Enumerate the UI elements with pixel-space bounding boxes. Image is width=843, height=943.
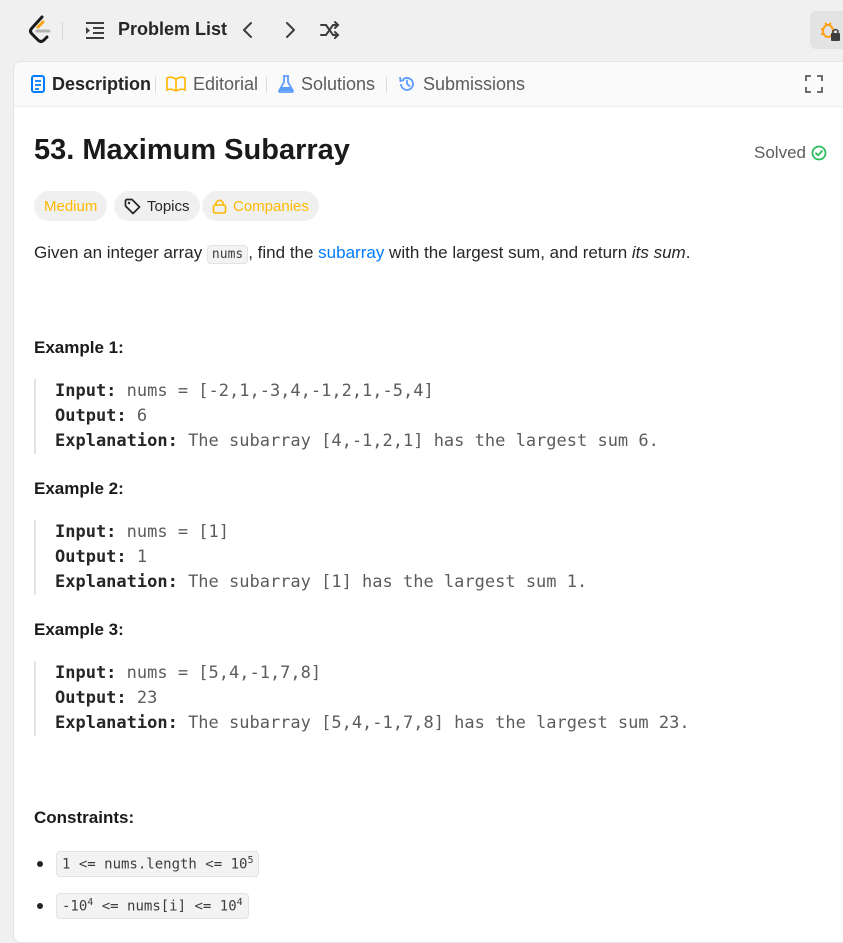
problem-list-link[interactable]: Problem List — [118, 19, 227, 40]
explanation-label: Explanation: — [55, 572, 178, 592]
tab-description-label: Description — [52, 73, 152, 94]
companies-button[interactable]: Companies — [202, 191, 319, 221]
debug-lock-button[interactable] — [810, 11, 843, 49]
constraint-text: 1 <= nums.length <= 10 — [62, 856, 248, 873]
desc-text: , find the — [248, 243, 319, 262]
tab-bar: Description Editorial Solutions Submissi… — [14, 62, 843, 107]
leetcode-logo-icon[interactable] — [27, 15, 53, 45]
output-value: 1 — [126, 547, 148, 567]
desc-text: with the largest sum, and return — [384, 243, 632, 262]
history-icon — [399, 76, 414, 91]
tab-solutions-label: Solutions — [301, 73, 376, 94]
example-2-title: Example 2: — [34, 479, 124, 498]
companies-label: Companies — [233, 197, 309, 215]
top-nav: Problem List — [0, 0, 843, 60]
explanation-value: The subarray [1] has the largest sum 1. — [177, 572, 588, 592]
output-label: Output: — [55, 547, 127, 567]
input-value: nums = [5,4,-1,7,8] — [116, 663, 322, 683]
desc-emphasis: its sum — [631, 243, 686, 262]
solved-label: Solved — [754, 143, 806, 162]
example-2-block: Input: nums = [1] Output: 1 Explanation:… — [34, 520, 587, 595]
description-panel: Description Editorial Solutions Submissi… — [13, 61, 843, 943]
tag-icon — [124, 198, 141, 214]
example-1-title: Example 1: — [34, 338, 124, 357]
example-3-block: Input: nums = [5,4,-1,7,8] Output: 23 Ex… — [34, 661, 690, 736]
exponent: 5 — [247, 855, 254, 866]
subarray-link[interactable]: subarray — [318, 243, 384, 262]
explanation-value: The subarray [4,-1,2,1] has the largest … — [177, 431, 659, 451]
explanation-value: The subarray [5,4,-1,7,8] has the larges… — [177, 713, 690, 733]
input-label: Input: — [55, 381, 117, 401]
difficulty-badge: Medium — [34, 191, 108, 221]
desc-text: . — [685, 243, 691, 262]
output-label: Output: — [55, 688, 127, 708]
bullet — [37, 902, 43, 909]
difficulty-label: Medium — [44, 197, 98, 215]
desc-text: Given an integer array — [34, 243, 207, 262]
book-icon — [166, 76, 186, 92]
constraint-code: 1 <= nums.length <= 105 — [56, 851, 260, 877]
tab-editorial-label: Editorial — [193, 73, 259, 94]
output-label: Output: — [55, 406, 127, 426]
tab-submissions-label: Submissions — [423, 73, 526, 94]
check-circle-icon — [811, 145, 827, 161]
input-label: Input: — [55, 663, 117, 683]
output-value: 6 — [126, 406, 148, 426]
input-value: nums = [-2,1,-3,4,-1,2,1,-5,4] — [116, 381, 434, 401]
nav-divider — [62, 22, 63, 40]
constraint-item: 1 <= nums.length <= 105 — [34, 851, 260, 877]
bug-lock-icon — [821, 22, 840, 41]
document-icon — [31, 75, 45, 93]
tab-submissions[interactable]: Submissions — [398, 62, 525, 106]
topics-label: Topics — [147, 197, 190, 215]
solved-status: Solved — [754, 143, 827, 163]
inline-code-nums: nums — [206, 245, 249, 264]
explanation-label: Explanation: — [55, 713, 178, 733]
input-label: Input: — [55, 522, 117, 542]
tab-divider — [266, 77, 267, 93]
tab-editorial[interactable]: Editorial — [166, 62, 258, 106]
constraint-code: -104 <= nums[i] <= 104 — [56, 893, 249, 919]
output-value: 23 — [126, 688, 158, 708]
tab-description[interactable]: Description — [31, 62, 151, 106]
problem-title[interactable]: 53. Maximum Subarray — [34, 134, 350, 167]
explanation-label: Explanation: — [55, 431, 178, 451]
exponent: 4 — [236, 897, 243, 908]
tab-solutions[interactable]: Solutions — [278, 62, 375, 106]
constraint-text: -10 — [62, 898, 88, 915]
fullscreen-icon[interactable] — [805, 75, 823, 93]
constraint-item: -104 <= nums[i] <= 104 — [34, 893, 249, 919]
next-problem-icon[interactable] — [278, 18, 302, 42]
bullet — [37, 860, 43, 867]
example-3-title: Example 3: — [34, 620, 124, 639]
constraints-title: Constraints: — [34, 808, 135, 827]
tab-divider — [155, 77, 156, 93]
shuffle-icon[interactable] — [318, 18, 342, 42]
problem-description: Given an integer array nums, find the su… — [34, 243, 691, 264]
prev-problem-icon[interactable] — [236, 18, 260, 42]
example-1-block: Input: nums = [-2,1,-3,4,-1,2,1,-5,4] Ou… — [34, 379, 659, 454]
topics-button[interactable]: Topics — [114, 191, 200, 221]
flask-icon — [278, 75, 294, 93]
tab-divider — [386, 77, 387, 93]
problem-list-icon[interactable] — [84, 20, 106, 40]
constraint-text: <= nums[i] <= 10 — [93, 898, 237, 915]
input-value: nums = [1] — [116, 522, 230, 542]
lock-icon — [212, 199, 227, 214]
